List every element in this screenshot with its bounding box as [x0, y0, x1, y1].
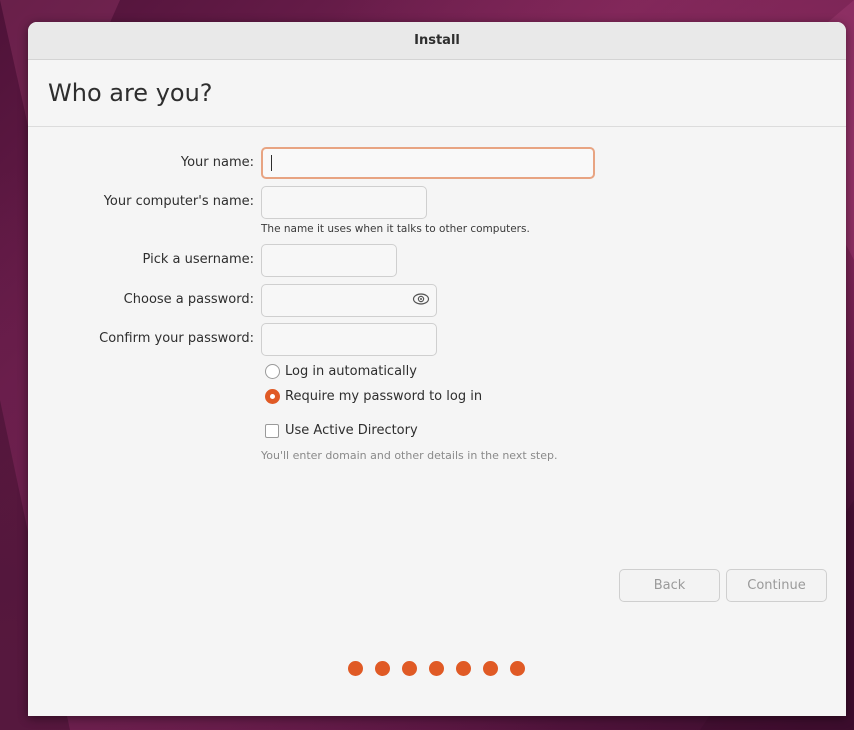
your-name-input[interactable] [261, 147, 595, 179]
computer-name-label: Your computer's name: [103, 194, 254, 209]
require-password-radio[interactable]: Require my password to log in [265, 389, 482, 404]
progress-dot [375, 661, 390, 676]
password-label: Choose a password: [123, 292, 254, 307]
window-title: Install [28, 22, 846, 60]
back-button[interactable]: Back [619, 569, 720, 602]
installer-window: Install Who are you? Your name: Your com… [28, 22, 846, 716]
text-cursor [271, 155, 272, 171]
checkbox-unchecked-icon [265, 423, 279, 438]
progress-dot [429, 661, 444, 676]
radio-unchecked-icon [265, 364, 280, 379]
progress-dot [402, 661, 417, 676]
computer-name-input[interactable] [261, 186, 427, 219]
confirm-password-input[interactable] [261, 323, 437, 356]
active-directory-label: Use Active Directory [285, 423, 418, 438]
progress-dot [483, 661, 498, 676]
progress-indicator [348, 661, 537, 676]
progress-dot [348, 661, 363, 676]
password-input[interactable] [261, 284, 437, 317]
confirm-password-label: Confirm your password: [99, 331, 254, 346]
your-name-label: Your name: [180, 155, 254, 170]
progress-dot [510, 661, 525, 676]
radio-checked-icon [265, 389, 280, 404]
login-automatically-label: Log in automatically [285, 364, 417, 379]
username-input[interactable] [261, 244, 397, 277]
require-password-label: Require my password to log in [285, 389, 483, 404]
progress-dot [456, 661, 471, 676]
active-directory-hint: You'll enter domain and other details in… [261, 449, 558, 462]
continue-button[interactable]: Continue [726, 569, 827, 602]
eye-icon[interactable] [412, 291, 430, 307]
login-automatically-radio[interactable]: Log in automatically [265, 364, 417, 379]
computer-name-hint: The name it uses when it talks to other … [261, 223, 530, 235]
page-title: Who are you? [28, 60, 846, 127]
active-directory-checkbox[interactable]: Use Active Directory [265, 423, 418, 438]
username-label: Pick a username: [142, 252, 254, 267]
